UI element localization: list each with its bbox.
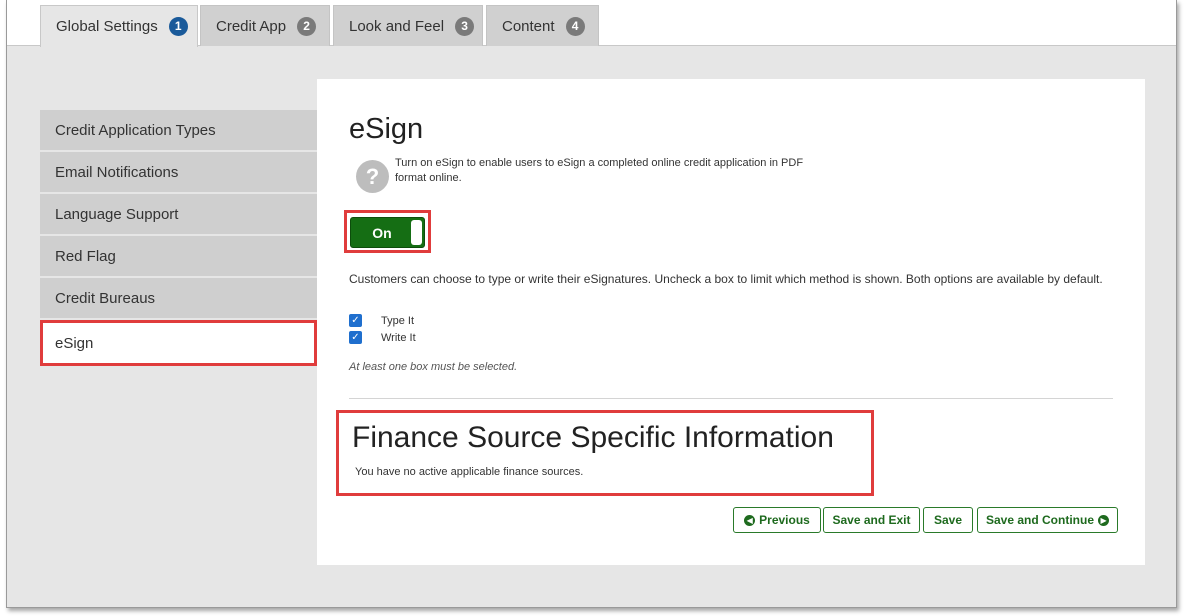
esign-toggle[interactable]: On <box>350 217 425 248</box>
step-number-badge: 3 <box>455 16 475 36</box>
arrow-left-circle-icon: ◀ <box>744 514 756 526</box>
step-number-badge: 4 <box>565 16 585 36</box>
tab-look-and-feel[interactable]: Look and Feel 3 <box>333 5 483 46</box>
sidebar-item-language-support[interactable]: Language Support <box>40 194 318 234</box>
tab-label: Content <box>502 17 555 35</box>
sidebar-item-credit-bureaus[interactable]: Credit Bureaus <box>40 278 318 318</box>
type-it-checkbox[interactable]: ✓ <box>349 314 362 327</box>
step-number-badge: 2 <box>297 16 317 36</box>
finance-section-title: Finance Source Specific Information <box>352 421 834 454</box>
type-it-label: Type It <box>381 314 415 327</box>
esign-settings-panel: eSign ? Turn on eSign to enable users to… <box>317 79 1145 565</box>
tab-content[interactable]: Content 4 <box>486 5 599 46</box>
finance-source-section: Finance Source Specific Information You … <box>336 410 874 496</box>
settings-sidebar: Credit Application Types Email Notificat… <box>40 110 318 368</box>
toggle-highlight: On <box>344 210 431 253</box>
sidebar-item-credit-application-types[interactable]: Credit Application Types <box>40 110 318 150</box>
section-divider <box>349 398 1113 399</box>
finance-section-text: You have no active applicable finance so… <box>355 466 584 478</box>
tab-global-settings[interactable]: Global Settings 1 <box>40 5 198 47</box>
save-and-continue-button[interactable]: Save and Continue ▶ <box>977 507 1118 533</box>
page-title: eSign <box>349 113 424 145</box>
write-it-checkbox[interactable]: ✓ <box>349 331 362 344</box>
save-and-continue-label: Save and Continue <box>985 513 1095 527</box>
sidebar-item-red-flag[interactable]: Red Flag <box>40 236 318 276</box>
tab-label: Global Settings <box>56 18 158 35</box>
signature-method-description: Customers can choose to type or write th… <box>349 272 1103 286</box>
write-it-label: Write It <box>381 331 416 344</box>
app-window: Global Settings 1 Credit App 2 Look and … <box>6 0 1177 608</box>
save-button[interactable]: Save <box>923 507 973 533</box>
previous-button-label: Previous <box>759 513 810 527</box>
save-and-exit-label: Save and Exit <box>832 513 911 527</box>
tab-credit-app[interactable]: Credit App 2 <box>200 5 330 46</box>
arrow-right-circle-icon: ▶ <box>1098 514 1110 526</box>
help-icon[interactable]: ? <box>356 160 389 193</box>
step-number-badge: 1 <box>168 17 188 36</box>
sidebar-item-esign[interactable]: eSign <box>40 320 317 366</box>
tab-label: Look and Feel <box>349 17 445 35</box>
previous-button[interactable]: ◀ Previous <box>733 507 821 533</box>
option-type-it: ✓ Type It <box>349 314 414 327</box>
save-and-exit-button[interactable]: Save and Exit <box>823 507 920 533</box>
tab-bar: Global Settings 1 Credit App 2 Look and … <box>7 0 1176 47</box>
toggle-knob <box>411 220 422 245</box>
tab-label: Credit App <box>216 17 287 35</box>
save-label: Save <box>933 513 963 527</box>
option-write-it: ✓ Write It <box>349 331 416 344</box>
help-text: Turn on eSign to enable users to eSign a… <box>395 157 804 184</box>
validation-note: At least one box must be selected. <box>349 361 518 373</box>
toggle-label: On <box>372 225 392 241</box>
sidebar-item-email-notifications[interactable]: Email Notifications <box>40 152 318 192</box>
